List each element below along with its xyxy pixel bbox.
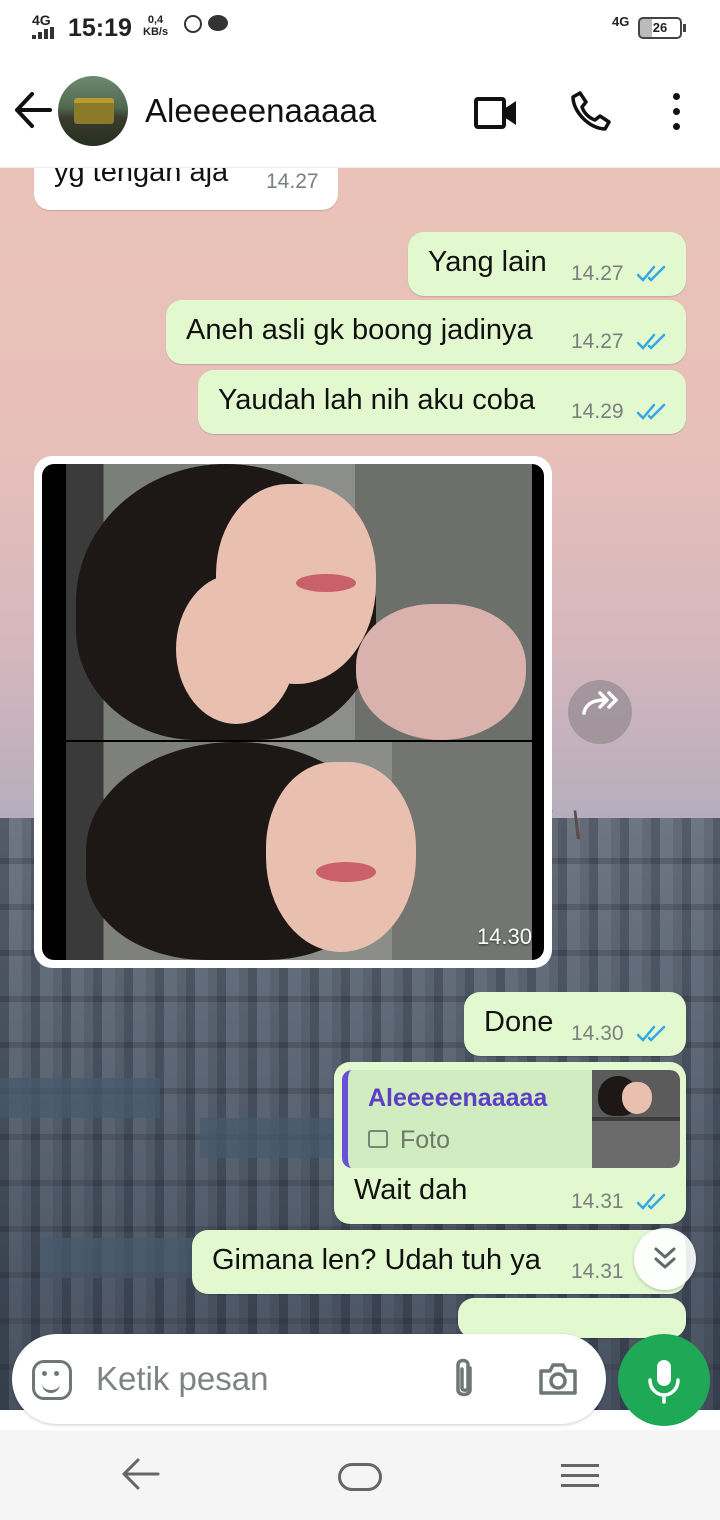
quoted-type: Foto: [400, 1126, 451, 1154]
more-options-icon[interactable]: [664, 90, 688, 134]
chat-header: Aleeeeenaaaaa: [0, 60, 720, 168]
message-bubble-incoming[interactable]: yg tengah aja 14.27: [34, 168, 338, 210]
message-bubble-outgoing-partial[interactable]: [458, 1298, 686, 1338]
message-text: yg tengah aja: [54, 168, 229, 188]
read-ticks-icon: [636, 332, 670, 352]
quoted-photo-thumbnail: [592, 1070, 680, 1168]
sticker-icon[interactable]: [32, 1360, 72, 1400]
camera-icon[interactable]: [538, 1362, 578, 1396]
message-bubble-outgoing[interactable]: Done 14.30: [464, 992, 686, 1056]
thumb-face: [622, 1082, 652, 1114]
forward-icon[interactable]: [568, 680, 632, 744]
quoted-message[interactable]: Aleeeeenaaaaa Foto: [342, 1070, 680, 1168]
train-image: [74, 98, 114, 124]
contact-name[interactable]: Aleeeeenaaaaa: [145, 92, 376, 130]
message-time: 14.31: [571, 1190, 624, 1213]
message-time: 14.27: [571, 262, 624, 285]
quoted-sender: Aleeeeenaaaaa: [368, 1084, 548, 1112]
voice-call-icon[interactable]: [570, 90, 612, 137]
notification-icons: [184, 15, 228, 33]
photo-lips: [296, 574, 356, 592]
read-ticks-icon: [636, 1192, 670, 1212]
video-call-icon[interactable]: [474, 96, 518, 135]
battery-icon: 26: [638, 17, 686, 39]
nav-recents-icon[interactable]: [561, 1464, 599, 1494]
photo-message-incoming[interactable]: 14.30: [34, 456, 552, 968]
speed-value: 0,4: [147, 14, 164, 26]
clock: 15:19: [68, 14, 132, 42]
read-ticks-icon: [636, 402, 670, 422]
message-bubble-outgoing-reply[interactable]: Aleeeeenaaaaa Foto Wait dah 14.31: [334, 1062, 686, 1224]
photo-image[interactable]: [42, 464, 544, 960]
message-text: Aneh asli gk boong jadinya: [186, 314, 533, 346]
network-speed: 0,4 KB/s: [143, 14, 168, 38]
message-text: Yang lain: [428, 246, 547, 278]
message-time: 14.27: [571, 330, 624, 353]
message-time: 14.31: [571, 1260, 624, 1283]
read-ticks-icon: [636, 264, 670, 284]
speed-unit: KB/s: [143, 26, 169, 38]
network-type-right: 4G: [612, 14, 630, 29]
message-input[interactable]: [96, 1356, 426, 1402]
back-arrow-icon[interactable]: [14, 90, 54, 134]
network-type-left: 4G: [32, 12, 51, 28]
nav-home-icon[interactable]: [338, 1463, 382, 1491]
nav-back-icon[interactable]: [120, 1456, 160, 1497]
message-composer: [12, 1334, 606, 1424]
photo-hand: [176, 574, 296, 724]
mic-button[interactable]: [618, 1334, 710, 1426]
message-text: Wait dah: [354, 1174, 468, 1206]
chat-area[interactable]: yg tengah aja 14.27 Yang lain 14.27 Aneh…: [0, 168, 720, 1410]
message-text: Yaudah lah nih aku coba: [218, 384, 536, 416]
scroll-down-icon[interactable]: [634, 1228, 696, 1290]
message-bubble-outgoing[interactable]: Aneh asli gk boong jadinya 14.27: [166, 300, 686, 364]
message-time: 14.30: [571, 1022, 624, 1045]
wallpaper-roof: [0, 1078, 160, 1118]
photo-top-half: [66, 464, 532, 740]
message-time: 14.27: [266, 170, 319, 193]
photo-bottom-half: [66, 742, 532, 960]
photo-lips: [316, 862, 376, 882]
message-time: 14.30: [476, 924, 532, 949]
photo-shoulder: [356, 604, 526, 740]
status-bar: 4G 15:19 0,4 KB/s 4G 26: [0, 0, 720, 60]
whatsapp-notification-icon: [184, 15, 202, 33]
system-nav-bar: [0, 1430, 720, 1520]
read-ticks-icon: [636, 1024, 670, 1044]
message-bubble-outgoing[interactable]: Yang lain 14.27: [408, 232, 686, 296]
image-icon: [368, 1130, 388, 1148]
message-text: Gimana len? Udah tuh ya: [212, 1244, 541, 1276]
attach-icon[interactable]: [450, 1356, 478, 1404]
message-bubble-outgoing[interactable]: Gimana len? Udah tuh ya 14.31: [192, 1230, 686, 1294]
photo-face: [266, 762, 416, 952]
avatar[interactable]: [58, 76, 128, 146]
signal-icon: [32, 27, 58, 39]
message-text: Done: [484, 1006, 554, 1038]
mic-icon: [618, 1360, 710, 1430]
message-notification-icon: [208, 15, 228, 31]
message-time: 14.29: [571, 400, 624, 423]
message-bubble-outgoing[interactable]: Yaudah lah nih aku coba 14.29: [198, 370, 686, 434]
